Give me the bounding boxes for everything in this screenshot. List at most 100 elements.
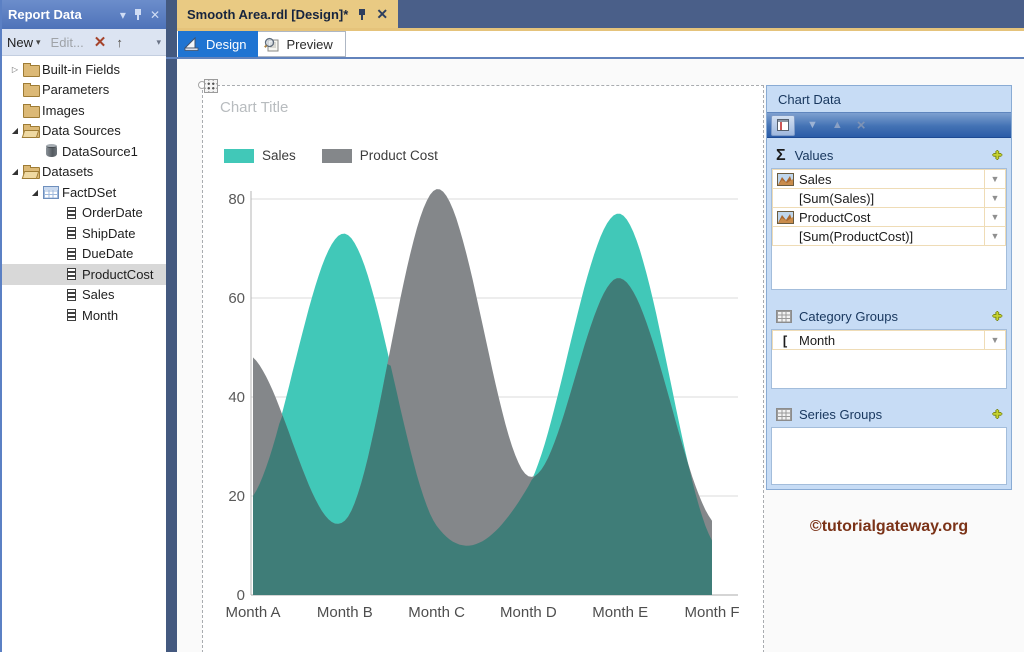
tree-item-images[interactable]: Images: [2, 100, 166, 121]
values-list: Sales ▼ [Sum(Sales)] ▼ ProductCost ▼ [Sum(Prod…: [771, 168, 1007, 290]
table-icon: [43, 185, 59, 199]
folder-icon: [22, 62, 40, 77]
values-row-sales[interactable]: Sales ▼: [772, 169, 1006, 189]
tree-item-month[interactable]: Month: [2, 305, 166, 326]
category-groups-header: Category Groups +: [770, 304, 1008, 329]
field-icon: [66, 206, 76, 219]
tree-item-orderdate[interactable]: OrderDate: [2, 203, 166, 224]
dropdown-icon[interactable]: ▼: [984, 331, 1005, 349]
add-value-icon[interactable]: +: [993, 147, 1002, 165]
delete-icon[interactable]: ✕: [94, 33, 107, 51]
tree-item-label: Parameters: [42, 82, 110, 98]
tab-pin-icon[interactable]: [357, 8, 367, 21]
tree-item-datasets[interactable]: ◢ Datasets: [2, 162, 166, 183]
tree-item-label: ShipDate: [82, 225, 136, 241]
values-section-label: Values: [794, 148, 834, 163]
edit-button[interactable]: Edit...: [51, 35, 84, 50]
field-icon: [66, 288, 76, 301]
tree-item-datasource1[interactable]: DataSource1: [2, 141, 166, 162]
collapse-icon[interactable]: ◢: [8, 167, 22, 176]
design-tab-button[interactable]: Design: [178, 31, 259, 57]
series-groups-label: Series Groups: [799, 407, 883, 422]
dropdown-icon[interactable]: ▼: [984, 227, 1005, 245]
y-tick-label: 60: [228, 290, 245, 307]
preview-icon: [264, 37, 280, 52]
report-data-toolbar: New ▾ Edit... ✕ ↑ ▾: [2, 29, 166, 56]
expand-icon[interactable]: ▷: [8, 65, 22, 74]
x-tick-label: Month A: [225, 604, 280, 621]
values-row-label: [Sum(ProductCost)]: [799, 228, 914, 244]
tree-item-label: DueDate: [82, 246, 134, 262]
tree-item-label: Sales: [82, 287, 115, 303]
tree-item-duedate[interactable]: DueDate: [2, 244, 166, 265]
document-tab[interactable]: Smooth Area.rdl [Design]* ✕: [177, 0, 399, 28]
category-groups-label: Category Groups: [799, 309, 898, 324]
chart-data-pane-title: Chart Data: [778, 91, 841, 107]
y-tick-label: 40: [228, 389, 245, 406]
chart-data-pane-header: Chart Data: [767, 86, 1011, 112]
tree-item-shipdate[interactable]: ShipDate: [2, 223, 166, 244]
report-data-header: Report Data ▾ ✕: [2, 0, 166, 29]
document-tab-strip: Smooth Area.rdl [Design]* ✕: [177, 0, 1024, 28]
tab-close-icon[interactable]: ✕: [376, 6, 388, 23]
preview-tab-button[interactable]: Preview: [258, 31, 346, 57]
category-group-row-month[interactable]: [Month ▼: [772, 330, 1006, 350]
folder-open-icon: [22, 124, 40, 139]
tree-item-label: Data Sources: [42, 123, 121, 139]
tree-item-built-in-fields[interactable]: ▷ Built-in Fields: [2, 59, 166, 80]
x-tick-label: Month B: [317, 604, 373, 621]
y-tick-label: 80: [228, 191, 245, 208]
field-icon: [66, 309, 76, 322]
dropdown-icon[interactable]: ▼: [984, 170, 1005, 188]
collapse-icon[interactable]: ◢: [8, 126, 22, 135]
chart-plot[interactable]: 0 20 40 60 80 Month A Month B Month C Month D Mon…: [203, 86, 763, 652]
chart-data-pane-body: Σ Values + Sales ▼ [Sum(Sales)] ▼ ProductCos…: [767, 138, 1011, 485]
y-tick-label: 0: [237, 587, 245, 604]
group-bracket-icon: [: [782, 332, 788, 348]
values-row-sum-productcost[interactable]: [Sum(ProductCost)] ▼: [772, 226, 1006, 246]
values-row-label: [Sum(Sales)]: [799, 190, 875, 206]
new-dropdown-icon[interactable]: ▾: [36, 37, 41, 48]
tree-item-parameters[interactable]: Parameters: [2, 80, 166, 101]
area-series-icon: [773, 210, 797, 224]
properties-button[interactable]: [771, 114, 795, 136]
close-icon[interactable]: ✕: [150, 8, 160, 22]
folder-open-icon: [22, 165, 40, 180]
add-series-group-icon[interactable]: +: [993, 406, 1002, 424]
design-label: Design: [206, 36, 247, 52]
dropdown-icon[interactable]: ▼: [984, 208, 1005, 226]
toolbar-overflow-icon[interactable]: ▾: [156, 37, 161, 48]
chart-object[interactable]: Chart Title Sales Product Cost 0 20 40 60 80 M…: [198, 79, 764, 652]
panel-splitter[interactable]: [166, 0, 177, 652]
tree-item-label: Images: [42, 102, 85, 118]
design-icon: [184, 37, 200, 51]
delete-icon[interactable]: ×: [857, 117, 866, 134]
field-icon: [66, 268, 76, 281]
move-up-icon[interactable]: ▲: [832, 119, 843, 131]
tree-item-data-sources[interactable]: ◢ Data Sources: [2, 121, 166, 142]
dropdown-icon[interactable]: ▼: [984, 189, 1005, 207]
view-toolbar: Design Preview: [177, 31, 1024, 57]
report-data-title: Report Data: [8, 7, 82, 22]
tree-item-sales[interactable]: Sales: [2, 285, 166, 306]
tree-item-factdset[interactable]: ◢ FactDSet: [2, 182, 166, 203]
values-row-sum-sales[interactable]: [Sum(Sales)] ▼: [772, 188, 1006, 208]
move-down-icon[interactable]: ▼: [807, 119, 818, 131]
series-groups-list: [771, 427, 1007, 485]
values-row-label: ProductCost: [799, 209, 871, 225]
area-series-icon: [773, 172, 797, 186]
new-button[interactable]: New: [7, 35, 33, 50]
series-groups-header: Series Groups +: [770, 402, 1008, 427]
category-groups-list: [Month ▼: [771, 329, 1007, 389]
move-up-icon[interactable]: ↑: [116, 35, 123, 50]
values-row-productcost[interactable]: ProductCost ▼: [772, 207, 1006, 227]
tree-item-label: DataSource1: [62, 143, 138, 159]
window-menu-icon[interactable]: ▾: [120, 8, 126, 22]
pin-icon[interactable]: [133, 8, 143, 21]
add-category-group-icon[interactable]: +: [993, 308, 1002, 326]
ssrs-report-designer: Report Data ▾ ✕ New ▾ Edit... ✕ ↑ ▾ ▷ Bui…: [0, 0, 1024, 652]
tree-item-productcost[interactable]: ProductCost: [2, 264, 166, 285]
category-groups-icon: [776, 310, 792, 323]
values-section-header: Σ Values +: [770, 143, 1008, 168]
collapse-icon[interactable]: ◢: [28, 188, 42, 197]
